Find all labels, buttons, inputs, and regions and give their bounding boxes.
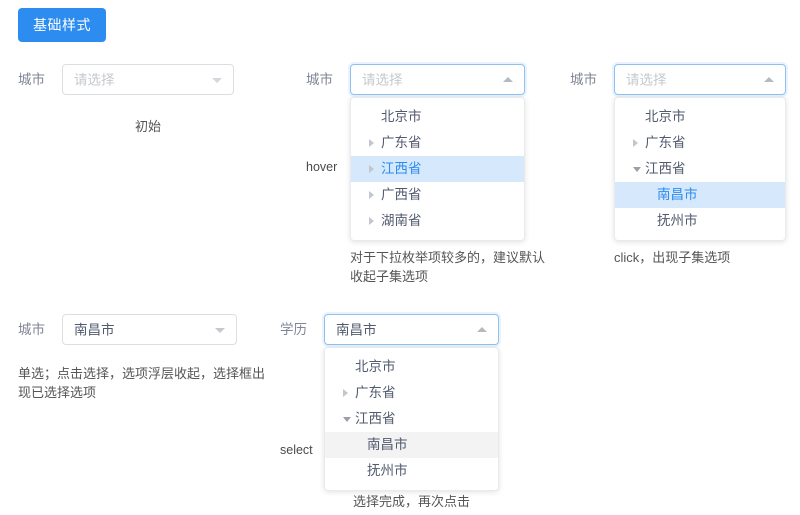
hover-select-box[interactable]: 请选择 (350, 64, 525, 95)
list-item[interactable]: 广东省 (351, 130, 524, 156)
list-item[interactable]: 北京市 (615, 104, 785, 130)
list-item[interactable]: 广东省 (615, 130, 785, 156)
dropdown-option-label: 江西省 (645, 161, 686, 176)
triangle-right-icon[interactable] (343, 389, 348, 397)
chosen-caption-line2: 现已选择选项 (18, 385, 97, 400)
list-item[interactable]: 抚州市 (615, 208, 785, 234)
initial-select-placeholder: 请选择 (74, 71, 115, 87)
dropdown-option-label: 北京市 (381, 109, 422, 124)
initial-select-box[interactable]: 请选择 (62, 64, 234, 95)
triangle-right-icon[interactable] (369, 139, 374, 147)
initial-select-label: 城市 (18, 72, 45, 87)
dropdown-option-label: 广东省 (645, 135, 686, 150)
list-item[interactable]: 南昌市 (615, 182, 785, 208)
select-dropdown-panel[interactable]: 北京市 广东省 江西省 南昌市 抚州市 (324, 347, 499, 491)
click-dropdown-panel[interactable]: 北京市 广东省 江西省 南昌市 抚州市 (614, 97, 786, 241)
triangle-right-icon[interactable] (369, 217, 374, 225)
list-item[interactable]: 江西省 (615, 156, 785, 182)
dropdown-option-label: 抚州市 (657, 213, 698, 228)
dropdown-option-label: 湖南省 (381, 213, 422, 228)
basic-style-button[interactable]: 基础样式 (18, 8, 106, 42)
chosen-select-box[interactable]: 南昌市 (62, 314, 237, 345)
list-item[interactable]: 抚州市 (325, 458, 498, 484)
list-item[interactable]: 南昌市 (325, 432, 498, 458)
list-item[interactable]: 广东省 (325, 380, 498, 406)
caret-down-icon (215, 327, 225, 333)
hover-dropdown-panel[interactable]: 北京市 广东省 江西省 广西省 湖南省 (350, 97, 525, 241)
select-block-value: 南昌市 (336, 321, 377, 337)
dropdown-option-label: 抚州市 (367, 463, 408, 478)
triangle-down-icon[interactable] (343, 417, 351, 422)
triangle-right-icon[interactable] (369, 165, 374, 173)
triangle-right-icon[interactable] (633, 139, 638, 147)
select-block-box[interactable]: 南昌市 (324, 314, 499, 345)
triangle-down-icon[interactable] (633, 167, 641, 172)
click-select-label: 城市 (570, 72, 597, 87)
caret-up-icon (764, 76, 774, 82)
triangle-right-icon[interactable] (369, 191, 374, 199)
hover-select-label: 城市 (306, 72, 333, 87)
chosen-select-value: 南昌市 (74, 321, 115, 337)
list-item[interactable]: 江西省 (325, 406, 498, 432)
chosen-caption-line1: 单选；点击选择，选项浮层收起，选择框出 (18, 366, 266, 381)
select-caption: 选择完成，再次点击 (352, 494, 470, 509)
hover-state-label: hover (306, 160, 338, 174)
hover-select-placeholder: 请选择 (362, 71, 403, 87)
dropdown-option-label: 广东省 (381, 135, 422, 150)
dropdown-option-label: 南昌市 (657, 187, 698, 202)
click-caption: click，出现子集选项 (614, 250, 731, 265)
dropdown-option-label: 北京市 (355, 359, 396, 374)
chosen-select-label: 城市 (18, 322, 45, 337)
list-item[interactable]: 广西省 (351, 182, 524, 208)
list-item[interactable]: 江西省 (351, 156, 524, 182)
select-block-label: 学历 (280, 322, 307, 337)
caret-down-icon (212, 77, 222, 83)
initial-caption: 初始 (134, 119, 161, 134)
caret-up-icon (477, 326, 487, 332)
dropdown-option-label: 江西省 (381, 161, 422, 176)
hover-caption-line2: 收起子集选项 (350, 269, 429, 284)
click-select-placeholder: 请选择 (626, 71, 667, 87)
hover-caption-line1: 对于下拉枚举项较多的，建议默认 (350, 250, 546, 265)
list-item[interactable]: 北京市 (325, 354, 498, 380)
dropdown-option-label: 江西省 (355, 411, 396, 426)
dropdown-option-label: 广西省 (381, 187, 422, 202)
dropdown-option-label: 北京市 (645, 109, 686, 124)
caret-up-icon (503, 76, 513, 82)
list-item[interactable]: 湖南省 (351, 208, 524, 234)
select-state-label: select (280, 443, 313, 457)
click-select-box[interactable]: 请选择 (614, 64, 786, 95)
dropdown-option-label: 广东省 (355, 385, 396, 400)
list-item[interactable]: 北京市 (351, 104, 524, 130)
dropdown-option-label: 南昌市 (367, 437, 408, 452)
